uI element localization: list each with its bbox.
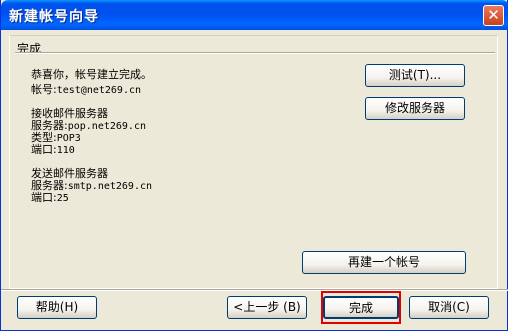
outgoing-server-value: smtp.net269.cn — [67, 181, 153, 192]
incoming-port-line: 端口:110 — [31, 144, 75, 156]
account-value: test@net269.cn — [56, 85, 142, 96]
help-button[interactable]: 帮助(H) — [17, 296, 97, 319]
outgoing-title: 发送邮件服务器 — [31, 167, 108, 180]
incoming-type-value: POP3 — [56, 133, 81, 144]
test-button[interactable]: 测试(T)... — [365, 64, 465, 87]
incoming-server-value: pop.net269.cn — [67, 121, 146, 132]
group-divider — [15, 52, 495, 54]
incoming-port-value: 110 — [56, 145, 75, 156]
incoming-port-label: 端口: — [31, 143, 57, 156]
outgoing-port-value: 25 — [56, 193, 69, 204]
window-title: 新建帐号向导 — [9, 9, 99, 25]
modify-server-button[interactable]: 修改服务器 — [365, 97, 465, 120]
incoming-title: 接收邮件服务器 — [31, 107, 108, 120]
congrats-text: 恭喜你，帐号建立完成。 — [31, 68, 152, 81]
cancel-button[interactable]: 取消(C) — [409, 296, 489, 319]
finish-highlight-box — [321, 291, 401, 324]
group-label: 完成 — [17, 42, 42, 56]
wizard-window: 新建帐号向导 ✕ 完成 恭喜你，帐号建立完成。 帐号:test@net269.c… — [0, 0, 508, 331]
account-line: 帐号:test@net269.cn — [31, 84, 141, 96]
close-icon[interactable]: ✕ — [483, 5, 504, 26]
account-label: 帐号: — [31, 83, 57, 96]
title-bar[interactable]: 新建帐号向导 ✕ — [1, 0, 508, 30]
back-button[interactable]: <上一步 (B) — [227, 296, 307, 319]
outgoing-port-label: 端口: — [31, 191, 57, 204]
footer-separator — [1, 289, 508, 291]
new-account-button[interactable]: 再建一个帐号 — [302, 251, 466, 274]
outgoing-port-line: 端口:25 — [31, 192, 69, 204]
